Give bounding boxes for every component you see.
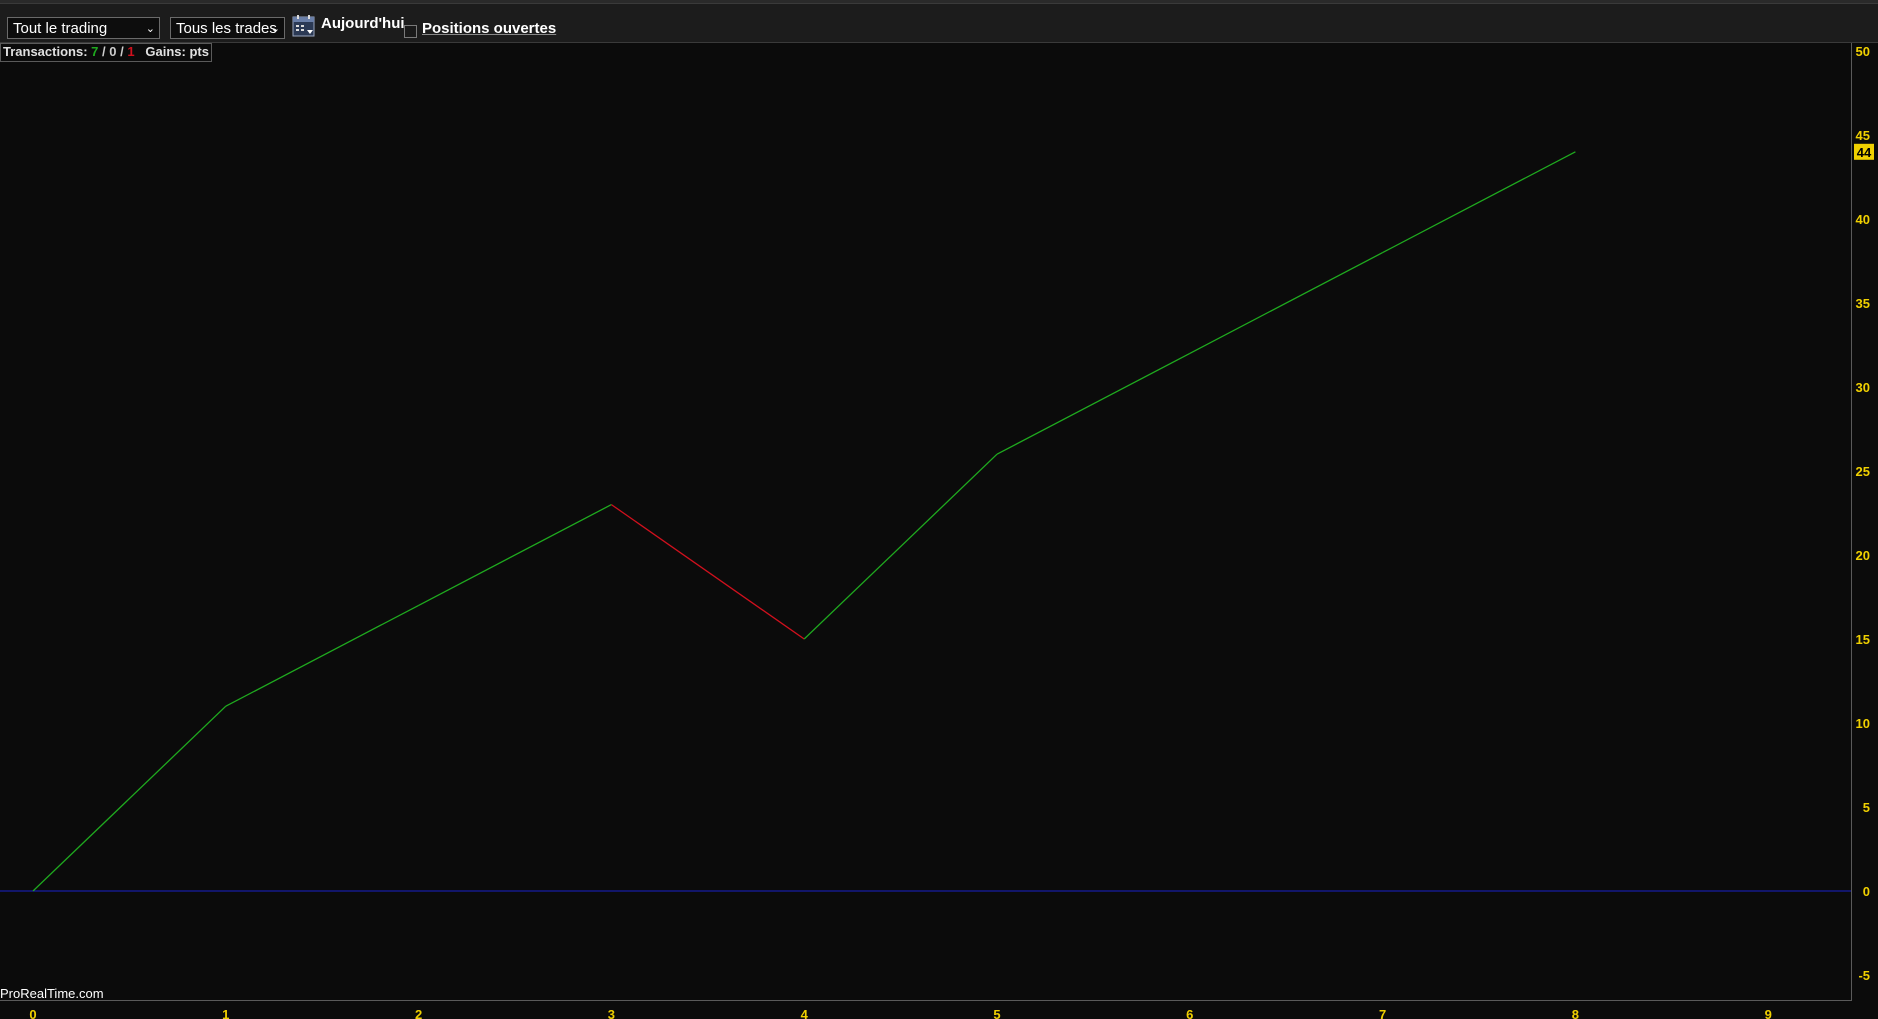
x-tick-label: 0 xyxy=(29,1007,36,1019)
y-tick-label: 0 xyxy=(1863,884,1870,899)
y-tick-label: 30 xyxy=(1856,380,1870,395)
separator: / xyxy=(116,44,128,59)
equity-segment-gain xyxy=(803,453,998,640)
y-tick-label: 15 xyxy=(1856,632,1870,647)
x-tick-label: 9 xyxy=(1765,1007,1772,1019)
gains-unit: pts xyxy=(189,44,209,59)
transactions-summary: Transactions: 7 / 0 / 1 Gains: pts xyxy=(0,43,212,62)
equity-segment-gain xyxy=(32,705,227,892)
y-tick-label: 40 xyxy=(1856,212,1870,227)
x-tick-label: 2 xyxy=(415,1007,422,1019)
x-tick-label: 1 xyxy=(222,1007,229,1019)
transactions-label: Transactions: xyxy=(3,44,88,59)
x-tick-label: 7 xyxy=(1379,1007,1386,1019)
gains-label: Gains: xyxy=(145,44,186,59)
y-tick-label: -5 xyxy=(1858,968,1870,983)
x-tick-label: 3 xyxy=(608,1007,615,1019)
y-tick-label: 5 xyxy=(1863,800,1870,815)
x-tick-label: 8 xyxy=(1572,1007,1579,1019)
last-value-label: 44 xyxy=(1857,145,1872,160)
equity-segment-gain xyxy=(996,352,1191,455)
y-tick-label: 10 xyxy=(1856,716,1870,731)
y-tick-label: 45 xyxy=(1856,128,1870,143)
y-tick-label: 25 xyxy=(1856,464,1870,479)
equity-segment-gain xyxy=(418,504,612,606)
losing-trades-count: 1 xyxy=(127,44,135,59)
y-tick-label: 35 xyxy=(1856,296,1870,311)
watermark: ProRealTime.com xyxy=(0,986,104,1001)
y-tick-label: 50 xyxy=(1856,44,1870,59)
y-tick-label: 20 xyxy=(1856,548,1870,563)
equity-segment-gain xyxy=(1382,151,1576,254)
x-tick-label: 5 xyxy=(993,1007,1000,1019)
separator: / xyxy=(98,44,110,59)
x-tick-label: 4 xyxy=(801,1007,809,1019)
equity-curve-window: Tout le trading ⌄ Tous les trades ⌄ Aujo… xyxy=(0,0,1878,1019)
x-tick-label: 6 xyxy=(1186,1007,1193,1019)
equity-chart: 50454035302520151050-50 1 2 3 4 5 6 7 8 944 xyxy=(0,44,1874,1019)
equity-segment-gain xyxy=(225,604,419,707)
equity-segment-loss xyxy=(611,504,805,640)
equity-segment-gain xyxy=(1189,252,1383,354)
